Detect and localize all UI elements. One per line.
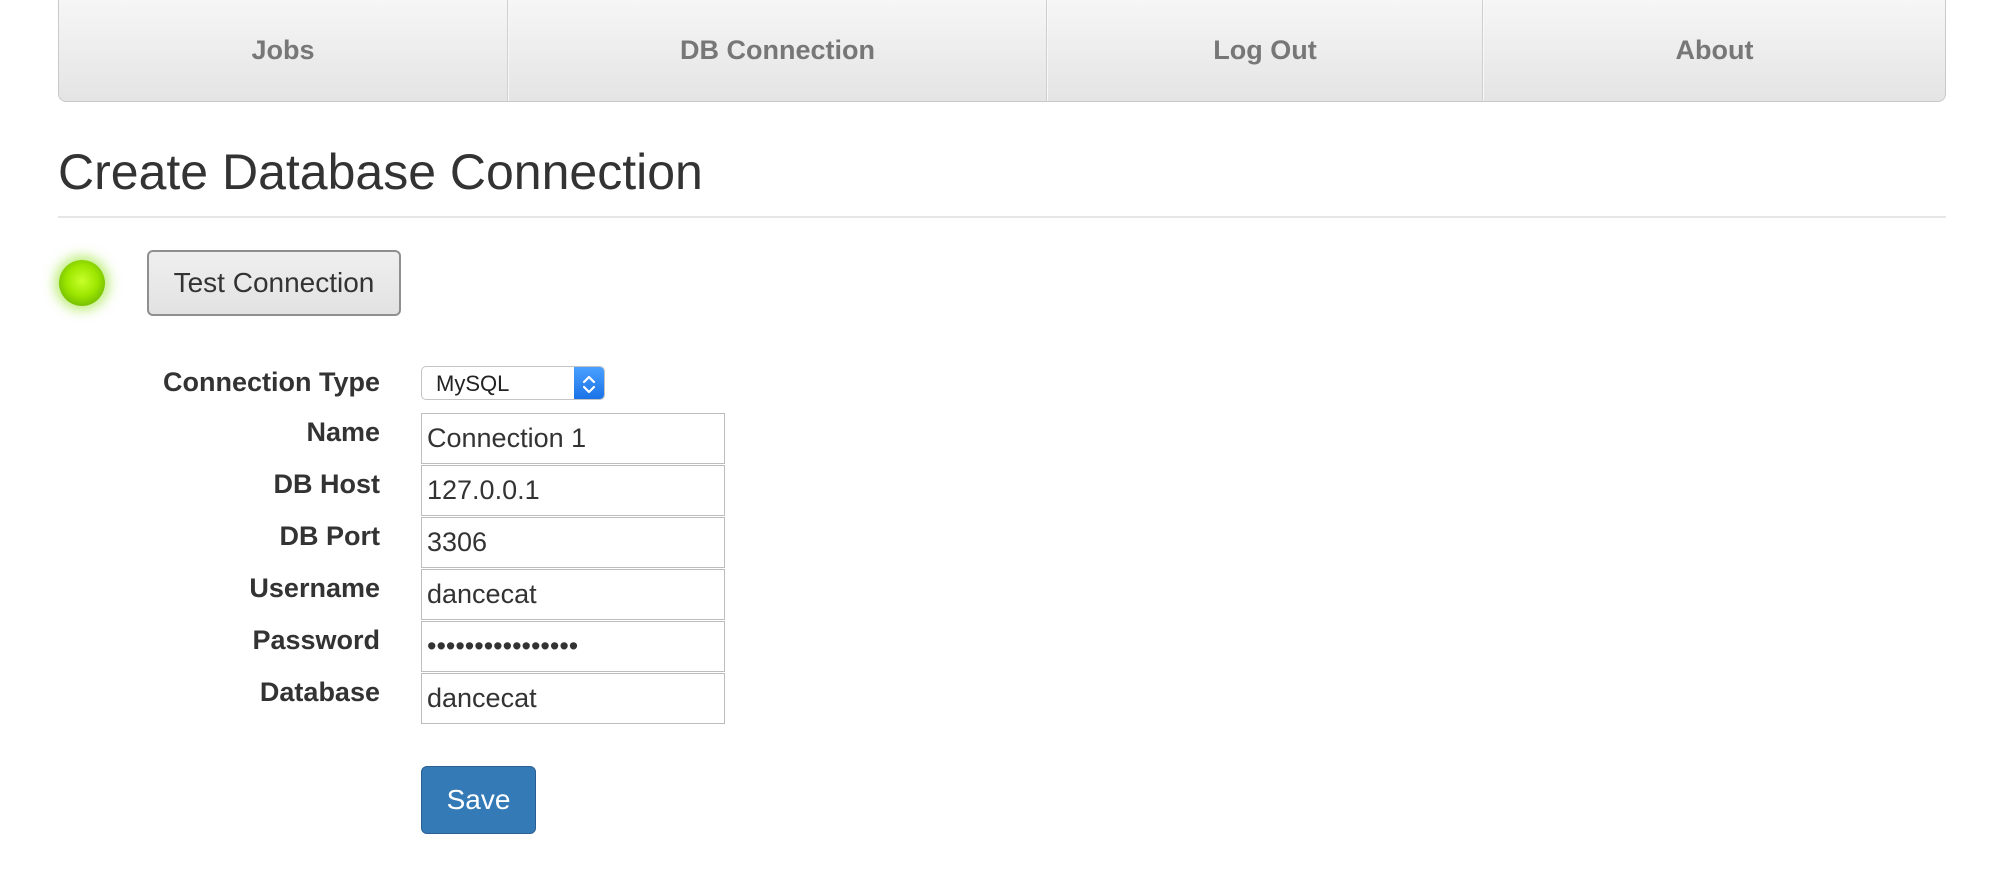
name-label: Name xyxy=(306,417,380,447)
nav-item-about[interactable]: About xyxy=(1483,0,1945,101)
connection-type-select[interactable]: MySQL xyxy=(421,366,605,400)
password-label: Password xyxy=(252,625,380,655)
database-input[interactable] xyxy=(421,673,725,724)
nav-item-db-connection[interactable]: DB Connection xyxy=(508,0,1047,101)
connection-type-label: Connection Type xyxy=(162,367,380,397)
database-label: Database xyxy=(259,677,380,707)
db-port-input[interactable] xyxy=(421,517,725,568)
test-connection-button[interactable]: Test Connection xyxy=(147,250,401,316)
nav-item-log-out[interactable]: Log Out xyxy=(1047,0,1483,101)
save-button[interactable]: Save xyxy=(421,766,536,834)
connection-type-value: MySQL xyxy=(436,371,510,396)
title-divider xyxy=(58,216,1946,218)
username-label: Username xyxy=(249,573,380,603)
chevron-up-down-icon xyxy=(574,367,604,399)
nav-item-jobs[interactable]: Jobs xyxy=(59,0,508,101)
db-host-label: DB Host xyxy=(273,469,381,499)
top-nav: Jobs DB Connection Log Out About xyxy=(58,0,1946,102)
name-input[interactable] xyxy=(421,413,725,464)
password-input[interactable] xyxy=(421,621,725,672)
db-host-input[interactable] xyxy=(421,465,725,516)
connection-status-icon xyxy=(59,260,105,306)
page-title: Create Database Connection xyxy=(58,144,703,200)
db-port-label: DB Port xyxy=(279,521,381,551)
username-input[interactable] xyxy=(421,569,725,620)
